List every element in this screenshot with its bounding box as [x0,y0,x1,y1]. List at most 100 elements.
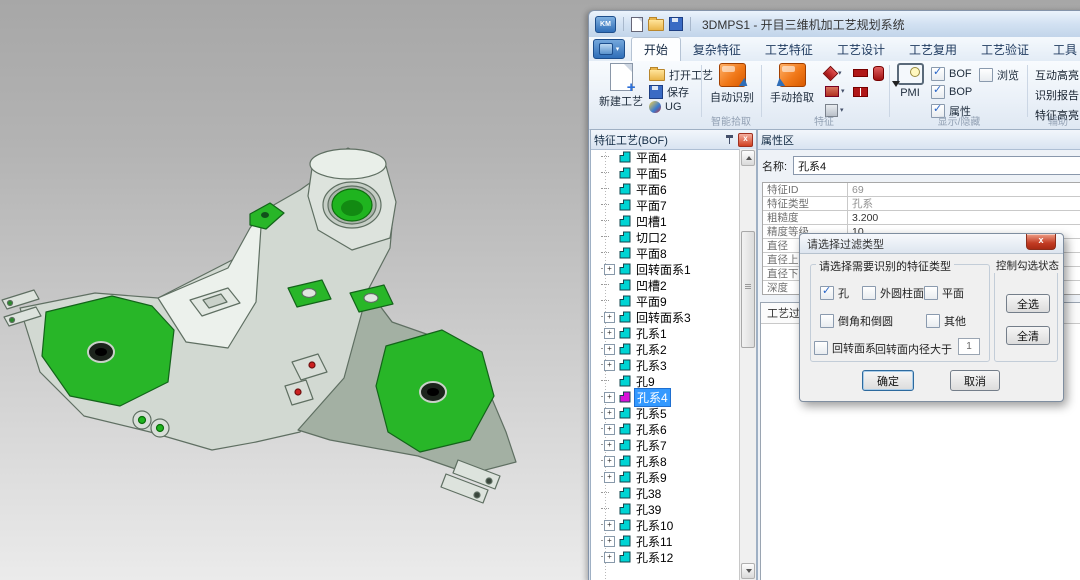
checkbox[interactable] [820,286,834,300]
feature-slot-button[interactable] [853,69,868,77]
tree-item[interactable]: +孔系3 [591,357,740,373]
tree-item[interactable]: +凹槽1 [591,213,740,229]
tree-item[interactable]: +孔系7 [591,437,740,453]
expander-icon[interactable]: + [604,472,615,483]
tree-item[interactable]: +回转面系1 [591,261,740,277]
tree-item[interactable]: +孔系9 [591,469,740,485]
property-row[interactable]: 特征ID69 [763,183,1080,197]
open-process-button[interactable]: 打开工艺 [649,67,713,83]
other-checkbox[interactable]: 其他 [926,313,966,329]
tab-1[interactable]: 复杂特征 [681,38,753,61]
tree-item[interactable]: +切口2 [591,229,740,245]
checkbox[interactable] [931,85,945,99]
tree-item[interactable]: +孔38 [591,485,740,501]
auto-recognize-button[interactable]: 自动识别 [705,63,759,105]
interactive-highlight-button[interactable]: 互动高亮 [1035,67,1079,83]
scroll-up-button[interactable] [741,150,755,166]
tree-item[interactable]: +孔系4 [591,389,740,405]
tree-item[interactable]: +孔系2 [591,341,740,357]
clear-all-button[interactable]: 全清 [1006,326,1050,345]
save-icon[interactable] [669,17,683,31]
tab-5[interactable]: 工艺验证 [969,38,1041,61]
recognition-report-button[interactable]: 识别报告 [1035,87,1079,103]
feature-pocket-button[interactable]: ▾ [825,86,845,97]
close-icon[interactable]: x [738,133,753,147]
save-button[interactable]: 保存 [649,84,689,100]
outer-cylinder-checkbox[interactable]: 外圆柱面 [862,285,924,301]
pmi-button[interactable]: PMI [893,63,927,99]
checkbox[interactable] [862,286,876,300]
tab-0[interactable]: 开始 [631,37,681,61]
new-process-button[interactable]: 新建工艺 [595,63,647,109]
property-row[interactable]: 粗糙度3.200 [763,211,1080,225]
tree-item[interactable]: +孔系12 [591,549,740,565]
tree-scrollbar[interactable] [739,149,756,580]
scroll-thumb[interactable] [741,231,755,348]
expander-icon[interactable]: + [604,440,615,451]
plane-checkbox[interactable]: 平面 [924,285,964,301]
expander-icon[interactable]: + [604,344,615,355]
checkbox[interactable] [926,314,940,328]
feature-hole-button[interactable]: ▾ [825,68,842,79]
scroll-down-button[interactable] [741,563,755,579]
tree-item[interactable]: +回转面系3 [591,309,740,325]
tree-item[interactable]: +孔系8 [591,453,740,469]
tree-item[interactable]: +平面8 [591,245,740,261]
revolve-face-checkbox[interactable]: 回转面系 [814,340,876,356]
tab-6[interactable]: 工具 [1041,38,1080,61]
dialog-close-button[interactable]: x [1026,234,1056,250]
expander-icon[interactable]: + [604,456,615,467]
tree-item[interactable]: +平面7 [591,197,740,213]
tree-item[interactable]: +孔系11 [591,533,740,549]
tree-item[interactable]: +孔39 [591,501,740,517]
bop-checkbox[interactable]: BOP [931,85,972,99]
bof-checkbox[interactable]: BOF [931,67,972,81]
tree-item[interactable]: +平面5 [591,165,740,181]
tree-item[interactable]: +孔系1 [591,325,740,341]
expander-icon[interactable]: + [604,312,615,323]
tree-item[interactable]: +平面6 [591,181,740,197]
expander-icon[interactable]: + [604,264,615,275]
property-row[interactable]: 特征类型孔系 [763,197,1080,211]
application-menu-button[interactable]: ▾ [593,39,625,59]
tree-item[interactable]: +平面4 [591,149,740,165]
tab-2[interactable]: 工艺特征 [753,38,825,61]
ug-button[interactable]: UG [649,101,682,113]
manual-pick-button[interactable]: 手动拾取 [765,63,819,105]
feature-cylinder-button[interactable] [873,66,884,81]
radius-input[interactable]: 1 [958,338,980,355]
select-all-button[interactable]: 全选 [1006,294,1050,313]
tree-item[interactable]: +孔系6 [591,421,740,437]
expander-icon[interactable]: + [604,424,615,435]
chamfer-fillet-checkbox[interactable]: 倒角和倒圆 [820,313,893,329]
feature-pair-button[interactable] [853,87,868,97]
expander-icon[interactable]: + [604,408,615,419]
tree-item[interactable]: +孔系10 [591,517,740,533]
checkbox[interactable] [931,67,945,81]
expander-icon[interactable]: + [604,392,615,403]
checkbox[interactable] [924,286,938,300]
dialog-titlebar[interactable]: 请选择过滤类型 [800,234,1063,254]
expander-icon[interactable]: + [604,536,615,547]
checkbox[interactable] [979,68,993,82]
expander-icon[interactable]: + [604,328,615,339]
expander-icon[interactable]: + [604,360,615,371]
open-folder-icon[interactable] [648,19,664,31]
tab-3[interactable]: 工艺设计 [825,38,897,61]
pin-icon[interactable] [725,135,734,145]
expander-icon[interactable]: + [604,520,615,531]
new-file-icon[interactable] [631,17,643,32]
name-field[interactable]: 孔系4 [793,156,1080,175]
cad-viewport[interactable] [0,0,588,580]
tree-item[interactable]: +孔系5 [591,405,740,421]
hole-checkbox[interactable]: 孔 [820,285,849,301]
tree-item[interactable]: +平面9 [591,293,740,309]
browse-checkbox[interactable]: 浏览 [979,67,1019,83]
ok-button[interactable]: 确定 [862,370,914,391]
tree-item[interactable]: +凹槽2 [591,277,740,293]
tab-4[interactable]: 工艺复用 [897,38,969,61]
expander-icon[interactable]: + [604,552,615,563]
cancel-button[interactable]: 取消 [950,370,1000,391]
checkbox[interactable] [814,341,828,355]
checkbox[interactable] [820,314,834,328]
